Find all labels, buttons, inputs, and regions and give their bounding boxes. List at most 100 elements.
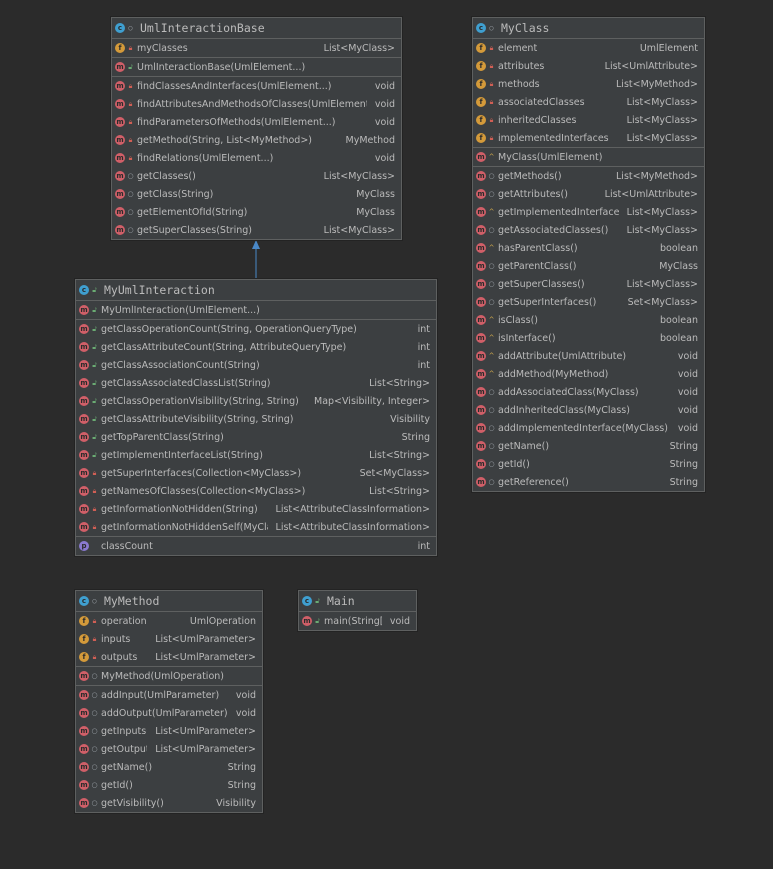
method-row[interactable]: m ^ addAttribute(UmlAttribute) void	[473, 347, 704, 365]
field-row[interactable]: f 🔒︎ outputs List<UmlParameter>	[76, 648, 262, 666]
member-type: String	[669, 458, 698, 470]
field-row[interactable]: f 🔒︎ associatedClasses List<MyClass>	[473, 93, 704, 111]
method-row[interactable]: m 🔒︎ getNamesOfClasses(Collection<MyClass>…	[76, 482, 436, 500]
method-row[interactable]: m 🔒︎ getInformationNotHiddenSelf(MyClass) L…	[76, 518, 436, 536]
method-row[interactable]: m 🔓︎ getImplementInterfaceList(String) List…	[76, 446, 436, 464]
method-row[interactable]: m ○ addOutput(UmlParameter) void	[76, 704, 262, 722]
class-header[interactable]: c ○ MyClass	[473, 18, 704, 39]
method-icon: m	[79, 671, 89, 681]
field-row[interactable]: f 🔒︎ inheritedClasses List<MyClass>	[473, 111, 704, 129]
field-row[interactable]: f 🔒︎ inputs List<UmlParameter>	[76, 630, 262, 648]
member-icons: m ^	[476, 152, 498, 162]
method-row[interactable]: m ○ getClasses() List<MyClass>	[112, 167, 401, 185]
method-row[interactable]: m ○ getSuperInterfaces() Set<MyClass>	[473, 293, 704, 311]
member-type: boolean	[660, 242, 698, 254]
method-row[interactable]: m ○ addInput(UmlParameter) void	[76, 686, 262, 704]
constructor-row[interactable]: m ^ MyClass(UmlElement)	[473, 148, 704, 166]
field-row[interactable]: f 🔒︎ myClasses List<MyClass>	[112, 39, 401, 57]
field-row[interactable]: f 🔒︎ element UmlElement	[473, 39, 704, 57]
member-name: getName()	[101, 761, 153, 773]
member-name: getSuperInterfaces()	[498, 296, 597, 308]
method-row[interactable]: m 🔓︎ getClassOperationCount(String, Operat…	[76, 320, 436, 338]
method-row[interactable]: m ^ hasParentClass() boolean	[473, 239, 704, 257]
method-row[interactable]: m ○ getParentClass() MyClass	[473, 257, 704, 275]
class-my-method[interactable]: c ○ MyMethod f 🔒︎ operation UmlOperation f 🔒︎…	[75, 590, 263, 813]
method-row[interactable]: m ^ getImplementedInterfaces() List<MyClass…	[473, 203, 704, 221]
member-icons: f 🔒︎	[476, 133, 498, 143]
method-row[interactable]: m ○ getVisibility() Visibility	[76, 794, 262, 812]
field-icon: f	[476, 43, 486, 53]
member-name: getClassAttributeCount(String, Attribute…	[101, 341, 347, 353]
member-type: void	[677, 422, 698, 434]
method-row[interactable]: m○getInputs() List<UmlParameter>	[76, 722, 262, 740]
package-visibility-icon: ○	[128, 23, 133, 32]
class-main[interactable]: c 🔓︎ Main m🔓︎main(String[])void	[298, 590, 417, 631]
method-row[interactable]: m🔓︎main(String[])void	[299, 612, 416, 630]
method-row[interactable]: m ○ getSuperClasses(String) List<MyClass>	[112, 221, 401, 239]
member-name: getNamesOfClasses(Collection<MyClass>)	[101, 485, 306, 497]
constructor-row[interactable]: m 🔓︎ UmlInteractionBase(UmlElement...)	[112, 58, 401, 76]
private-lock-icon: 🔒︎	[92, 504, 97, 513]
method-row[interactable]: m ○ getReference() String	[473, 473, 704, 491]
method-row[interactable]: m ○ addAssociatedClass(MyClass) void	[473, 383, 704, 401]
constructor-row[interactable]: m ○ MyMethod(UmlOperation)	[76, 667, 262, 685]
public-visibility-icon: 🔓︎	[92, 324, 97, 333]
method-row[interactable]: m ○ getName() String	[76, 758, 262, 776]
method-row[interactable]: m ^ isInterface() boolean	[473, 329, 704, 347]
method-row[interactable]: m 🔒︎ findRelations(UmlElement...) void	[112, 149, 401, 167]
member-icons: f 🔒︎	[476, 61, 498, 71]
method-row[interactable]: m ○ getClass(String) MyClass	[112, 185, 401, 203]
field-icon: f	[476, 97, 486, 107]
method-row[interactable]: m 🔓︎ getClassAssociationCount(String) int	[76, 356, 436, 374]
method-row[interactable]: m ○ addImplementedInterface(MyClass) void	[473, 419, 704, 437]
class-header[interactable]: c ○ MyMethod	[76, 591, 262, 612]
method-row[interactable]: m 🔓︎ getClassAssociatedClassList(String) Li…	[76, 374, 436, 392]
method-icon: m	[476, 387, 486, 397]
private-lock-icon: 🔒︎	[92, 616, 97, 625]
public-visibility-icon: 🔓︎	[92, 378, 97, 387]
method-row[interactable]: m○getOutputs() List<UmlParameter>	[76, 740, 262, 758]
method-row[interactable]: m 🔒︎ findClassesAndInterfaces(UmlElement..…	[112, 77, 401, 95]
method-row[interactable]: m 🔓︎ getTopParentClass(String) String	[76, 428, 436, 446]
method-row[interactable]: m ○ getName() String	[473, 437, 704, 455]
method-row[interactable]: m 🔒︎ findAttributesAndMethodsOfClasses(Uml…	[112, 95, 401, 113]
method-row[interactable]: m ○ getMethods() List<MyMethod>	[473, 167, 704, 185]
method-row[interactable]: m ○ addInheritedClass(MyClass) void	[473, 401, 704, 419]
method-row[interactable]: m ○ getId() String	[473, 455, 704, 473]
method-row[interactable]: m 🔒︎ findParametersOfMethods(UmlElement...…	[112, 113, 401, 131]
method-icon: m	[476, 225, 486, 235]
method-row[interactable]: m 🔓︎ getClassAttributeCount(String, Attrib…	[76, 338, 436, 356]
method-row[interactable]: m ○ getElementOfId(String) MyClass	[112, 203, 401, 221]
public-visibility-icon: 🔓︎	[92, 414, 97, 423]
property-row[interactable]: p classCount int	[76, 537, 436, 555]
member-type: int	[417, 341, 430, 353]
public-visibility-icon: 🔓︎	[315, 596, 320, 605]
member-name: main(String[])	[324, 615, 382, 627]
field-row[interactable]: f 🔒︎ methods List<MyMethod>	[473, 75, 704, 93]
method-row[interactable]: m ^ isClass() boolean	[473, 311, 704, 329]
class-my-class[interactable]: c ○ MyClass f 🔒︎ element UmlElement f 🔒︎ attri…	[472, 17, 705, 492]
class-my-uml-interaction[interactable]: c 🔓︎ MyUmlInteraction m 🔓︎ MyUmlInteractio…	[75, 279, 437, 556]
field-row[interactable]: f 🔒︎ operation UmlOperation	[76, 612, 262, 630]
method-row[interactable]: m ○ getId() String	[76, 776, 262, 794]
method-row[interactable]: m 🔒︎ getSuperInterfaces(Collection<MyClass…	[76, 464, 436, 482]
method-row[interactable]: m ^ addMethod(MyMethod) void	[473, 365, 704, 383]
method-row[interactable]: m 🔒︎ getMethod(String, List<MyMethod>) MyMe…	[112, 131, 401, 149]
field-row[interactable]: f 🔒︎ attributes List<UmlAttribute>	[473, 57, 704, 75]
methods-section: m🔓︎main(String[])void	[299, 612, 416, 630]
method-row[interactable]: m ○ getSuperClasses() List<MyClass>	[473, 275, 704, 293]
method-row[interactable]: m ○ getAssociatedClasses() List<MyClass>	[473, 221, 704, 239]
class-uml-interaction-base[interactable]: c ○ UmlInteractionBase f 🔒︎ myClasses List<…	[111, 17, 402, 240]
class-header[interactable]: c 🔓︎ Main	[299, 591, 416, 612]
class-header[interactable]: c ○ UmlInteractionBase	[112, 18, 401, 39]
method-icon: m	[476, 207, 486, 217]
field-row[interactable]: f 🔒︎ implementedInterfaces List<MyClass>	[473, 129, 704, 147]
method-row[interactable]: m 🔓︎ getClassAttributeVisibility(String, S…	[76, 410, 436, 428]
method-row[interactable]: m ○ getAttributes() List<UmlAttribute>	[473, 185, 704, 203]
method-row[interactable]: m 🔓︎ getClassOperationVisibility(String, S…	[76, 392, 436, 410]
constructor-row[interactable]: m 🔓︎ MyUmlInteraction(UmlElement...)	[76, 301, 436, 319]
class-header[interactable]: c 🔓︎ MyUmlInteraction	[76, 280, 436, 301]
method-icon: m	[115, 81, 125, 91]
method-row[interactable]: m 🔒︎ getInformationNotHidden(String) List<A…	[76, 500, 436, 518]
method-icon: m	[115, 225, 125, 235]
